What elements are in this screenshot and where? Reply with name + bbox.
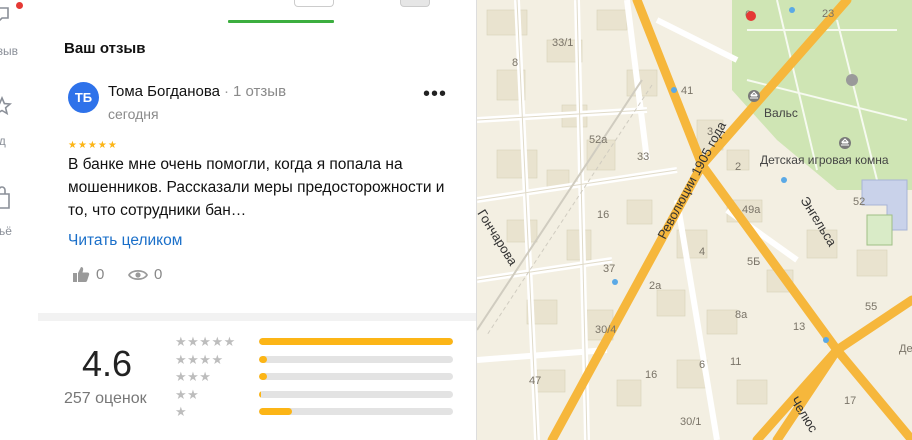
left-nav: тзыв ид льё bbox=[0, 0, 39, 440]
histogram-bar bbox=[259, 355, 453, 363]
reviews-icon bbox=[0, 7, 9, 22]
map-house-number: 2 bbox=[735, 161, 741, 173]
histogram-stars: ★★★ bbox=[175, 369, 212, 384]
views-counter: 0 bbox=[128, 266, 162, 283]
map-house-number: 41 bbox=[681, 85, 693, 97]
map-house-number: 33/1 bbox=[552, 37, 573, 49]
bag-icon bbox=[0, 186, 10, 209]
tab-indicator[interactable] bbox=[400, 0, 430, 7]
nav-item-lodging[interactable]: льё bbox=[0, 180, 38, 240]
histogram-row: ★★ bbox=[175, 386, 455, 402]
review-text: В банке мне очень помогли, когда я попал… bbox=[68, 156, 445, 219]
map-house-number: 3 bbox=[707, 126, 713, 138]
like-button[interactable]: 0 bbox=[72, 266, 104, 283]
map-house-number: 47 bbox=[529, 375, 541, 387]
nav-item-guide[interactable]: ид bbox=[0, 90, 38, 150]
more-options-icon[interactable]: ••• bbox=[423, 84, 447, 104]
read-more-link[interactable]: Читать целиком bbox=[68, 232, 182, 250]
map-house-number: Де bbox=[899, 343, 912, 355]
map-house-number: 2а bbox=[649, 280, 662, 292]
poi-icon[interactable] bbox=[846, 74, 858, 86]
map-house-number: 8 bbox=[512, 57, 518, 69]
map-house-number: 33 bbox=[637, 151, 649, 163]
histogram-bar bbox=[259, 373, 453, 380]
histogram-bar bbox=[259, 408, 453, 415]
notification-dot bbox=[16, 2, 23, 9]
map-marker-icon[interactable] bbox=[746, 11, 756, 21]
histogram-row: ★★★★★ bbox=[175, 334, 455, 349]
histogram-stars: ★★★★★ bbox=[175, 334, 236, 349]
histogram-bar-fill bbox=[259, 390, 261, 398]
map-house-number: 6 bbox=[699, 359, 705, 371]
map-house-number: 13 bbox=[793, 321, 805, 333]
histogram-stars: ★★ bbox=[175, 386, 200, 402]
poi-icon[interactable] bbox=[748, 90, 760, 102]
map-house-number: 4 bbox=[699, 246, 705, 258]
place-panel: Ваш отзыв ТБ Тома Богданова · 1 отзыв сего… bbox=[38, 0, 477, 440]
active-tab-underline bbox=[228, 20, 334, 23]
map-house-number: 30/4 bbox=[595, 324, 616, 336]
nav-item-label: тзыв bbox=[0, 44, 18, 58]
views-count: 0 bbox=[154, 266, 163, 283]
section-divider bbox=[38, 313, 476, 321]
histogram-stars: ★ bbox=[175, 404, 188, 419]
map-house-number: 16 bbox=[645, 369, 657, 381]
map-house-number: 16 bbox=[597, 209, 609, 221]
histogram-bar-fill bbox=[259, 338, 453, 345]
author-name[interactable]: Тома Богданова bbox=[108, 83, 220, 100]
eye-icon bbox=[128, 269, 148, 280]
histogram-bar bbox=[259, 390, 453, 398]
nav-item-reviews[interactable]: тзыв bbox=[0, 0, 38, 60]
histogram-row: ★★★★ bbox=[175, 351, 455, 367]
map-house-number: 17 bbox=[844, 395, 856, 407]
histogram-row: ★ bbox=[175, 404, 455, 419]
review-rating-stars: ★★★★★ bbox=[68, 140, 118, 151]
nav-item-label: ид bbox=[0, 134, 6, 148]
thumbs-up-icon bbox=[73, 267, 90, 282]
rating-score: 4.6 bbox=[82, 343, 133, 384]
histogram-bar-fill bbox=[259, 355, 267, 363]
map-house-number: 52 bbox=[853, 196, 865, 208]
map-house-number: 37 bbox=[603, 263, 615, 275]
avatar[interactable]: ТБ bbox=[68, 82, 99, 113]
map-house-number: 52а bbox=[589, 134, 608, 146]
map-poi-label[interactable]: Вальс bbox=[764, 106, 798, 120]
poi-icon[interactable] bbox=[839, 137, 851, 149]
tab-bar bbox=[38, 0, 476, 24]
map-house-number: 5Б bbox=[747, 256, 760, 268]
review-author: Тома Богданова · 1 отзыв bbox=[108, 83, 286, 100]
map-house-number: 23 bbox=[822, 8, 834, 20]
map-poi-label[interactable]: Детская игровая комна bbox=[760, 153, 889, 167]
histogram-bar bbox=[259, 338, 453, 345]
like-count: 0 bbox=[96, 266, 105, 283]
author-reviews-count: 1 отзыв bbox=[233, 83, 287, 100]
map-house-number: 11 bbox=[730, 356, 741, 368]
tab-indicator[interactable] bbox=[294, 0, 334, 7]
map-house-number: 8а bbox=[735, 309, 748, 321]
review-date: сегодня bbox=[108, 106, 159, 122]
histogram-bar-fill bbox=[259, 373, 267, 380]
map-house-number: 30/1 bbox=[680, 416, 701, 428]
map-house-number: 49а bbox=[742, 204, 761, 216]
map[interactable]: Революции 1905 года Энгельса Гончарова Ч… bbox=[477, 0, 912, 440]
histogram-row: ★★★ bbox=[175, 369, 455, 384]
separator-dot: · bbox=[224, 83, 230, 100]
rating-count: 257 оценок bbox=[64, 390, 147, 407]
map-canvas[interactable]: Революции 1905 года Энгельса Гончарова Ч… bbox=[477, 0, 912, 440]
nav-item-label: льё bbox=[0, 224, 12, 238]
histogram-bar-fill bbox=[259, 408, 292, 415]
histogram-stars: ★★★★ bbox=[175, 351, 224, 367]
section-title: Ваш отзыв bbox=[64, 40, 146, 57]
map-house-number: 55 bbox=[865, 301, 877, 313]
star-icon bbox=[0, 96, 12, 116]
